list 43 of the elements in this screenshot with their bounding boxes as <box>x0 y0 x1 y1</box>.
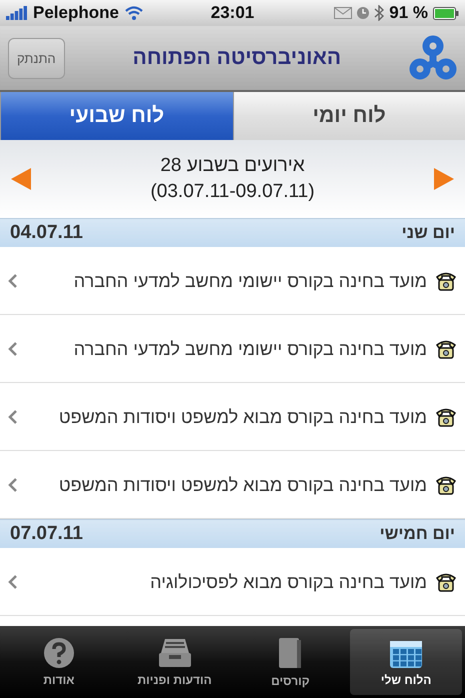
logo-icon <box>409 35 457 81</box>
event-row[interactable]: מועד בחינה בקורס מבוא לפסיכולוגיה <box>0 548 465 616</box>
app-title: האוניברסיטה הפתוחה <box>132 46 342 70</box>
day-date: 04.07.11 <box>10 222 83 244</box>
chevron-icon <box>8 410 17 424</box>
day-name: יום שני <box>402 223 455 243</box>
event-title: מועד בחינה בקורס מבוא לפסיכולוגיה <box>149 570 427 594</box>
event-row[interactable]: מועד בחינה בקורס יישומי מחשב למדעי החברה <box>0 247 465 315</box>
week-range: (03.07.11-09.07.11) <box>150 181 315 203</box>
chevron-icon <box>8 342 17 356</box>
day-name: יום חמישי <box>380 524 455 544</box>
event-row[interactable]: מועד בחינה בקורס מבוא למשפט ויסודות המשפט <box>0 383 465 451</box>
wifi-icon <box>124 6 144 20</box>
event-title: מועד בחינה בקורס יישומי מחשב למדעי החברה <box>72 270 427 292</box>
clock-icon <box>357 7 370 19</box>
previous-arrow-icon[interactable] <box>10 167 32 191</box>
event-title: מועד בחינה בקורס מבוא למשפט ויסודות המשפט <box>58 474 427 496</box>
tab-bar-item[interactable]: אודות <box>3 629 115 695</box>
battery-icon <box>432 6 459 20</box>
book-icon <box>277 636 304 670</box>
next-arrow-icon[interactable] <box>433 167 455 191</box>
inbox-icon <box>156 637 193 669</box>
clock-time: 23:01 <box>210 3 254 23</box>
event-title: מועד בחינה בקורס יישומי מחשב למדעי החברה <box>72 338 427 360</box>
battery-percent: 91 % <box>389 3 428 23</box>
tab-bar-item[interactable]: הודעות ופניות <box>118 629 230 695</box>
week-title: אירועים בשבוע 28 <box>160 155 305 177</box>
bluetooth-icon <box>374 5 384 21</box>
carrier-name: Pelephone <box>33 3 119 23</box>
segment-tab[interactable]: לוח יומי <box>232 92 465 140</box>
help-icon <box>42 637 75 669</box>
event-title: מועד בחינה בקורס מבוא למשפט ויסודות המשפט <box>58 406 427 428</box>
chevron-icon <box>8 478 17 492</box>
event-row[interactable]: מועד בחינה בקורס יישומי מחשב למדעי החברה <box>0 315 465 383</box>
tab-bar-item[interactable]: קורסים <box>234 629 346 695</box>
logout-button[interactable]: התנתק <box>8 38 65 78</box>
chevron-icon <box>8 574 17 588</box>
segment-tab[interactable]: לוח שבועי <box>0 92 232 140</box>
chevron-icon <box>8 274 17 288</box>
day-date: 07.07.11 <box>10 523 83 545</box>
mail-icon <box>334 7 352 19</box>
tab-bar-item[interactable]: הלוח שלי <box>350 629 462 695</box>
signal-icon <box>6 6 28 20</box>
